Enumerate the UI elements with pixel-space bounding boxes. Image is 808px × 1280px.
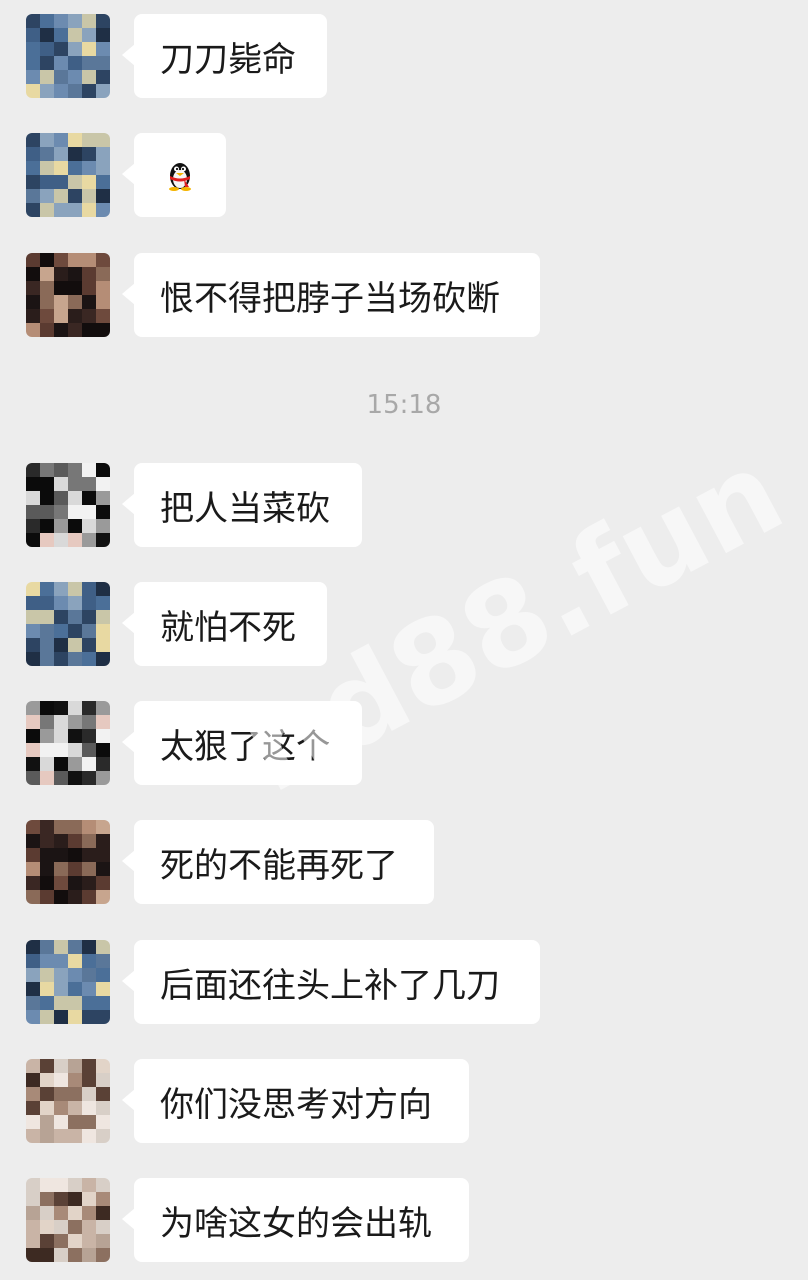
message-bubble[interactable]: 刀刀毙命 — [122, 14, 327, 98]
message-row: 刀刀毙命 — [0, 14, 808, 102]
avatar[interactable] — [26, 582, 110, 666]
message-row: 太狠了这个 — [0, 701, 808, 789]
message-bubble[interactable]: 恨不得把脖子当场砍断 — [122, 253, 540, 337]
message-bubble[interactable]: 就怕不死 — [122, 582, 327, 666]
message-row: 恨不得把脖子当场砍断 — [0, 253, 808, 341]
avatar[interactable] — [26, 463, 110, 547]
message-bubble[interactable] — [122, 133, 226, 217]
avatar[interactable] — [26, 133, 110, 217]
avatar[interactable] — [26, 1178, 110, 1262]
avatar[interactable] — [26, 940, 110, 1024]
message-row: 后面还往头上补了几刀 — [0, 940, 808, 1028]
message-bubble[interactable]: 你们没思考对方向 — [122, 1059, 469, 1143]
message-row: 死的不能再死了 — [0, 820, 808, 908]
message-bubble[interactable]: 把人当菜砍 — [122, 463, 362, 547]
message-row: 把人当菜砍 — [0, 463, 808, 551]
message-bubble[interactable]: 太狠了这个 — [122, 701, 362, 785]
message-bubble[interactable]: 为啥这女的会出轨 — [122, 1178, 469, 1262]
message-bubble[interactable]: 后面还往头上补了几刀 — [122, 940, 540, 1024]
message-row — [0, 133, 808, 221]
message-row: 为啥这女的会出轨 — [0, 1178, 808, 1266]
qq-penguin-emoji-icon — [169, 163, 191, 191]
avatar[interactable] — [26, 253, 110, 337]
message-row: 你们没思考对方向 — [0, 1059, 808, 1147]
avatar[interactable] — [26, 1059, 110, 1143]
time-divider: 15:18 — [366, 390, 442, 420]
avatar[interactable] — [26, 820, 110, 904]
message-bubble[interactable]: 死的不能再死了 — [122, 820, 434, 904]
avatar[interactable] — [26, 14, 110, 98]
chat-message-list[interactable]: 刀刀毙命 恨不得把脖子当场砍断 15:18 把人当菜砍 就怕不死 太狠了这个 死… — [0, 0, 808, 1280]
message-row: 就怕不死 — [0, 582, 808, 670]
avatar[interactable] — [26, 701, 110, 785]
